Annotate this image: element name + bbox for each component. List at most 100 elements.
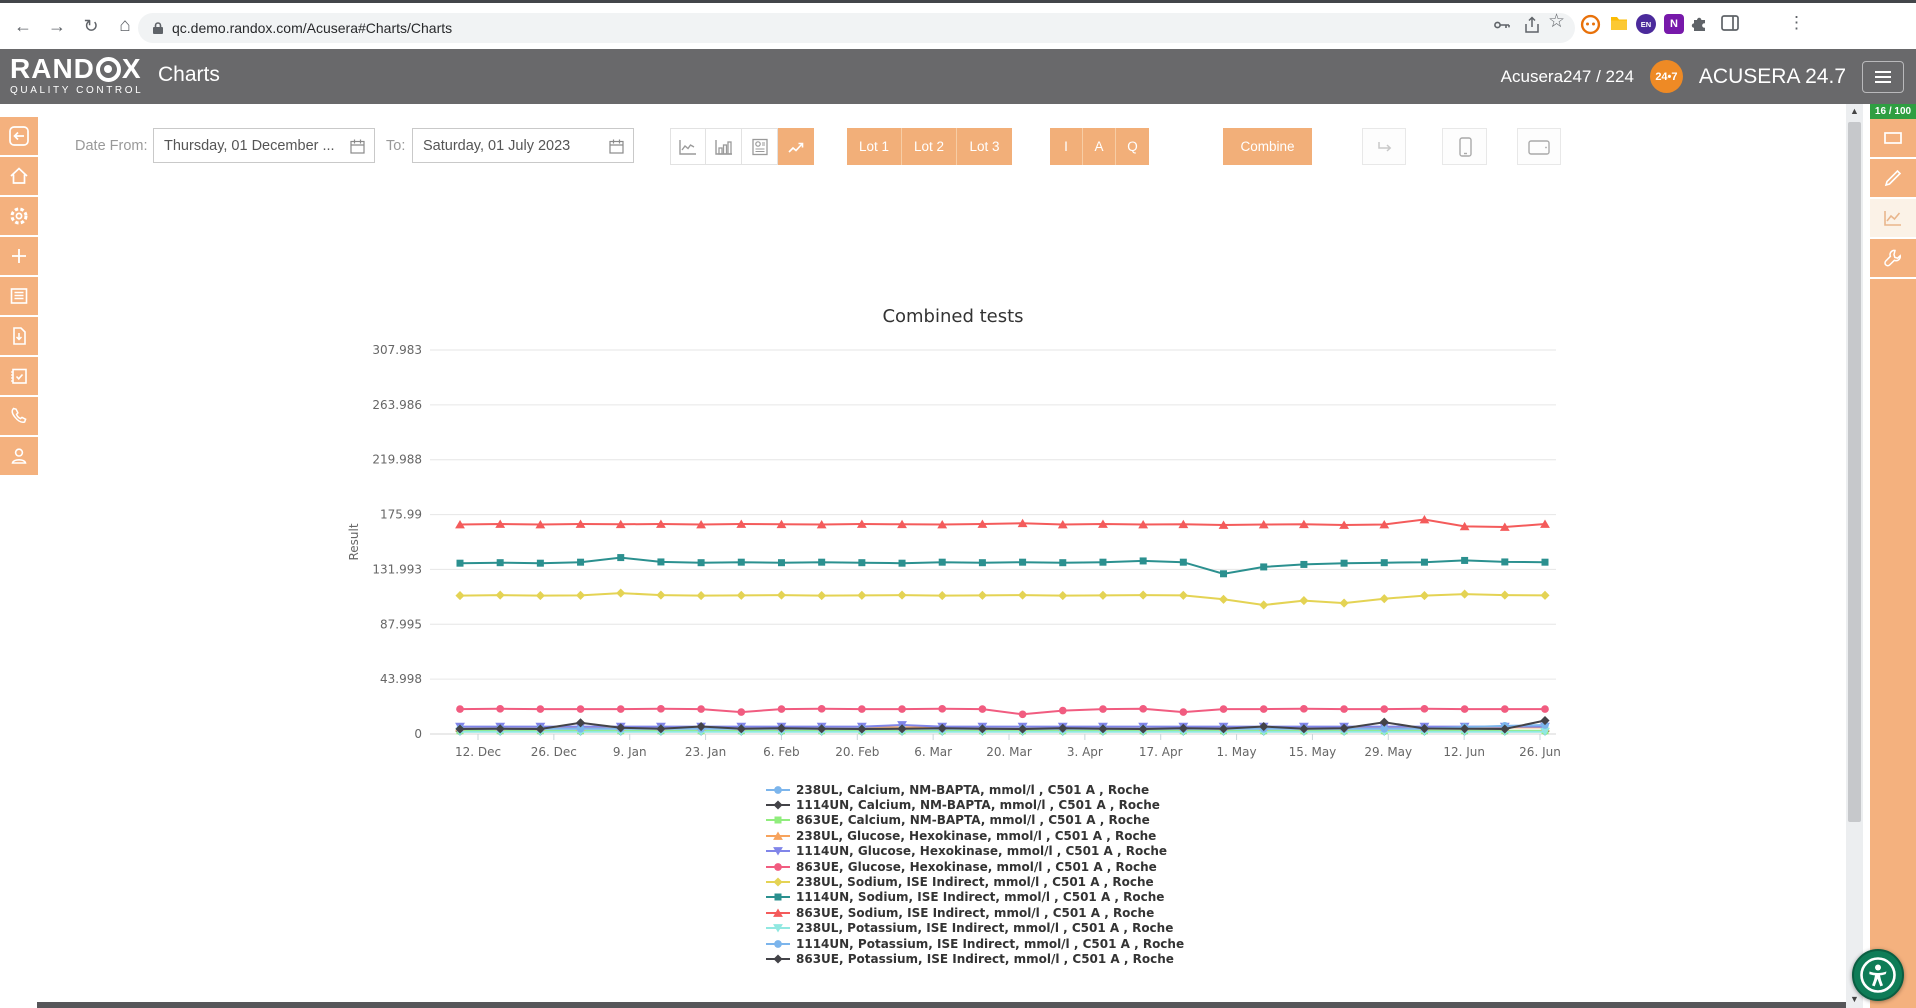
legend-label: 238UL, Calcium, NM-BAPTA, mmol/l , C501 … (796, 783, 1149, 797)
lot-1-button[interactable]: Lot 1 (847, 128, 902, 165)
browser-toolbar: ← → ↻ ⌂ qc.demo.randox.com/Acusera#Chart… (0, 3, 1916, 49)
hamburger-menu-button[interactable] (1862, 61, 1904, 93)
tablet-landscape-icon (1526, 136, 1552, 158)
svg-text:307.983: 307.983 (372, 343, 422, 357)
sidebar-import-button[interactable] (0, 317, 38, 355)
browser-reload-button[interactable]: ↻ (76, 11, 106, 41)
a-filter-button[interactable]: A (1083, 128, 1116, 165)
page-title: Charts (158, 63, 220, 87)
logo-text-pre: RAND (10, 55, 95, 83)
edit-button[interactable] (1870, 159, 1916, 199)
svg-text:6. Mar: 6. Mar (914, 745, 952, 759)
randox-target-icon (96, 57, 121, 82)
legend-item[interactable]: 1114UN, Glucose, Hexokinase, mmol/l , C5… (766, 844, 1184, 859)
sidebar-planner-button[interactable] (0, 357, 38, 395)
charts-panel-button[interactable] (1870, 199, 1916, 239)
levey-jennings-chart-button[interactable] (670, 128, 706, 165)
landscape-view-button[interactable] (1517, 128, 1561, 165)
legend-label: 1114UN, Calcium, NM-BAPTA, mmol/l , C501… (796, 798, 1160, 812)
legend-item[interactable]: 238UL, Glucose, Hexokinase, mmol/l , C50… (766, 828, 1184, 843)
legend-item[interactable]: 1114UN, Sodium, ISE Indirect, mmol/l , C… (766, 890, 1184, 905)
svg-text:26. Jun: 26. Jun (1519, 745, 1561, 759)
lot-2-button[interactable]: Lot 2 (902, 128, 957, 165)
date-from-label: Date From: (75, 128, 148, 165)
date-from-input[interactable]: Thursday, 01 December ... (153, 128, 375, 163)
product-name: ACUSERA 24.7 (1699, 65, 1846, 89)
browser-home-button[interactable]: ⌂ (110, 11, 140, 41)
browser-back-button[interactable]: ← (8, 11, 38, 41)
lot-3-button[interactable]: Lot 3 (957, 128, 1012, 165)
iaq-button-group: IAQ (1050, 128, 1149, 165)
legend-item[interactable]: 1114UN, Potassium, ISE Indirect, mmol/l … (766, 936, 1184, 951)
svg-text:175.99: 175.99 (380, 508, 422, 522)
scrollbar-thumb[interactable] (1848, 122, 1861, 822)
calendar-check-icon (7, 364, 31, 388)
logo-subtitle: QUALITY CONTROL (10, 86, 143, 96)
legend-marker-icon (766, 877, 790, 887)
share-icon[interactable] (1522, 15, 1542, 35)
legend-label: 863UE, Potassium, ISE Indirect, mmol/l ,… (796, 952, 1174, 966)
q-filter-button[interactable]: Q (1116, 128, 1149, 165)
side-panel-icon[interactable] (1720, 14, 1740, 37)
calendar-icon[interactable] (608, 138, 625, 155)
acusera-247-badge: 24•7 (1650, 60, 1683, 93)
portrait-view-button[interactable] (1442, 128, 1487, 165)
usage-counter-badge: 16 / 100 (1870, 104, 1916, 119)
tools-button[interactable] (1870, 239, 1916, 279)
calendar-icon[interactable] (349, 138, 366, 155)
sidebar-back-button[interactable] (0, 117, 38, 155)
accessibility-widget-button[interactable] (1852, 949, 1904, 1001)
legend-item[interactable]: 863UE, Sodium, ISE Indirect, mmol/l , C5… (766, 905, 1184, 920)
date-to-input[interactable]: Saturday, 01 July 2023 (412, 128, 634, 163)
panel-layout-button[interactable] (1870, 119, 1916, 159)
export-button[interactable] (1362, 128, 1406, 165)
report-view-button[interactable] (742, 128, 778, 165)
plus-icon (7, 244, 31, 268)
legend-marker-icon (766, 815, 790, 825)
legend-marker-icon (766, 846, 790, 856)
svg-text:43.998: 43.998 (380, 672, 422, 686)
legend-item[interactable]: 238UL, Calcium, NM-BAPTA, mmol/l , C501 … (766, 782, 1184, 797)
address-bar[interactable]: qc.demo.randox.com/Acusera#Charts/Charts (138, 13, 1575, 43)
legend-label: 238UL, Sodium, ISE Indirect, mmol/l , C5… (796, 875, 1154, 889)
browser-forward-button[interactable]: → (42, 11, 72, 41)
date-to-value: Saturday, 01 July 2023 (423, 138, 570, 154)
sidebar-contact-button[interactable] (0, 397, 38, 435)
svg-text:219.988: 219.988 (372, 453, 422, 467)
legend-label: 238UL, Potassium, ISE Indirect, mmol/l ,… (796, 921, 1173, 935)
folder-extension-icon[interactable] (1609, 14, 1630, 38)
legend-marker-icon (766, 785, 790, 795)
histogram-chart-button[interactable] (706, 128, 742, 165)
legend-item[interactable]: 238UL, Potassium, ISE Indirect, mmol/l ,… (766, 921, 1184, 936)
legend-item[interactable]: 1114UN, Calcium, NM-BAPTA, mmol/l , C501… (766, 797, 1184, 812)
trend-chart-button[interactable] (778, 128, 814, 165)
onenote-extension-icon[interactable]: N (1664, 14, 1684, 34)
account-label: Acusera247 / 224 (1501, 67, 1634, 87)
boxed-arrow-left-icon (7, 124, 31, 148)
svg-text:12. Dec: 12. Dec (455, 745, 501, 759)
password-key-icon[interactable] (1492, 15, 1512, 35)
legend-item[interactable]: 863UE, Glucose, Hexokinase, mmol/l , C50… (766, 859, 1184, 874)
legend-item[interactable]: 863UE, Potassium, ISE Indirect, mmol/l ,… (766, 951, 1184, 966)
puzzle-extensions-icon[interactable] (1690, 14, 1710, 39)
sidebar-reports-button[interactable] (0, 277, 38, 315)
bookmark-star-icon[interactable]: ☆ (1548, 10, 1565, 33)
sidebar-home-button[interactable] (0, 157, 38, 195)
legend-item[interactable]: 863UE, Calcium, NM-BAPTA, mmol/l , C501 … (766, 813, 1184, 828)
en-extension-icon[interactable]: EN (1636, 14, 1656, 34)
combined-tests-chart[interactable]: 307.983263.986219.988175.99131.99387.995… (340, 300, 1580, 770)
sidebar-settings-button[interactable] (0, 197, 38, 235)
svg-text:20. Mar: 20. Mar (986, 745, 1032, 759)
scrollbar-up-arrow[interactable]: ▲ (1846, 106, 1863, 116)
svg-text:Result: Result (347, 523, 361, 560)
bot-extension-icon[interactable] (1580, 14, 1601, 40)
sidebar-profile-button[interactable] (0, 437, 38, 475)
sidebar-add-button[interactable] (0, 237, 38, 275)
scrollbar-down-arrow[interactable]: ▼ (1846, 994, 1863, 1004)
accessibility-person-icon (1858, 955, 1898, 995)
i-filter-button[interactable]: I (1050, 128, 1083, 165)
combine-button[interactable]: Combine (1223, 128, 1312, 165)
browser-menu-dots-icon[interactable]: ⋮ (1788, 13, 1805, 33)
legend-marker-icon (766, 939, 790, 949)
legend-item[interactable]: 238UL, Sodium, ISE Indirect, mmol/l , C5… (766, 874, 1184, 889)
